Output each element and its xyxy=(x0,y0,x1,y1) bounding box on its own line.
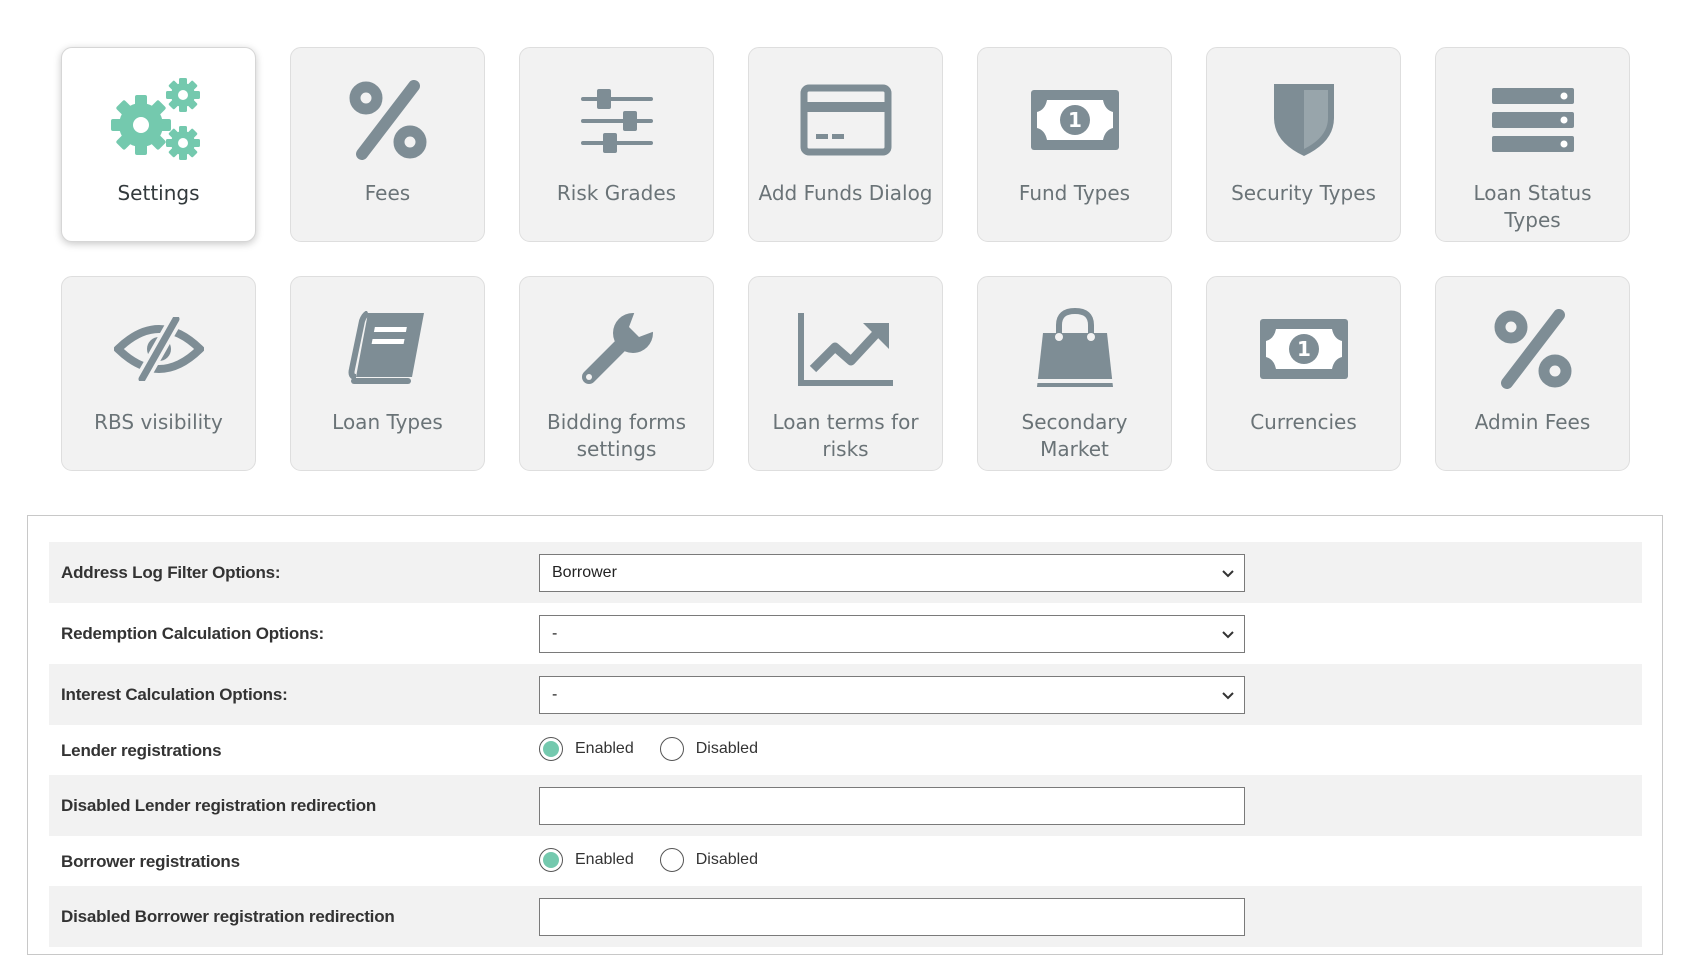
tile-add-funds-dialog[interactable]: Add Funds Dialog xyxy=(748,47,943,242)
lender-registrations-label: Lender registrations xyxy=(61,741,222,760)
form-row-lender-redirect: Disabled Lender registration redirection xyxy=(49,775,1642,836)
tile-admin-fees[interactable]: Admin Fees xyxy=(1435,276,1630,471)
chevron-down-icon xyxy=(1220,687,1236,708)
borrower-redirect-input[interactable] xyxy=(539,898,1245,936)
redemption-select[interactable]: - xyxy=(539,615,1245,653)
settings-form-panel: Address Log Filter Options: Borrower Red… xyxy=(27,515,1663,955)
book-icon xyxy=(338,301,438,397)
tile-label: Risk Grades xyxy=(556,181,677,205)
settings-tiles-grid: Settings Fees Risk Grades Add Funds Dial… xyxy=(61,47,1630,471)
tile-rbs-visibility[interactable]: RBS visibility xyxy=(61,276,256,471)
server-icon xyxy=(1483,72,1583,168)
line-chart-icon xyxy=(796,301,896,397)
tile-label: RBS visibility xyxy=(94,410,223,434)
radio-label: Enabled xyxy=(575,740,634,757)
interest-label: Interest Calculation Options: xyxy=(61,685,288,704)
address-log-value: Borrower xyxy=(552,564,617,581)
banknote-icon: 1 xyxy=(1254,301,1354,397)
borrower-enabled-radio[interactable]: Enabled xyxy=(539,848,634,872)
radio-unchecked-icon xyxy=(659,737,684,761)
tile-label: Security Types xyxy=(1231,181,1376,205)
tile-bidding-forms-settings[interactable]: Bidding forms settings xyxy=(519,276,714,471)
redemption-value: - xyxy=(552,625,558,642)
borrower-registrations-label: Borrower registrations xyxy=(61,852,240,871)
radio-label: Enabled xyxy=(575,851,634,868)
radio-label: Disabled xyxy=(695,851,758,868)
address-log-label: Address Log Filter Options: xyxy=(61,563,281,582)
interest-select[interactable]: - xyxy=(539,676,1245,714)
shield-icon xyxy=(1254,72,1354,168)
credit-card-icon xyxy=(796,72,896,168)
redemption-label: Redemption Calculation Options: xyxy=(61,624,324,643)
percent-icon xyxy=(338,72,438,168)
tile-label: Fees xyxy=(364,181,411,205)
form-row-borrower-registrations: Borrower registrations Enabled Disabled xyxy=(49,836,1642,886)
chevron-down-icon xyxy=(1220,565,1236,586)
radio-checked-icon xyxy=(539,848,563,872)
radio-unchecked-icon xyxy=(659,848,684,872)
tile-label: Fund Types xyxy=(1018,181,1131,205)
borrower-redirect-label: Disabled Borrower registration redirecti… xyxy=(61,907,395,926)
form-row-redemption: Redemption Calculation Options: - xyxy=(49,603,1642,664)
radio-label: Disabled xyxy=(695,740,758,757)
percent-icon xyxy=(1483,301,1583,397)
shopping-bag-icon xyxy=(1025,301,1125,397)
borrower-disabled-radio[interactable]: Disabled xyxy=(659,848,758,872)
tile-label: Loan Types xyxy=(332,410,443,434)
borrower-registrations-radio-group: Enabled Disabled xyxy=(539,848,784,872)
gears-icon xyxy=(109,72,209,168)
tile-secondary-market[interactable]: Secondary Market xyxy=(977,276,1172,471)
tile-label: Currencies xyxy=(1250,410,1357,434)
form-row-lender-registrations: Lender registrations Enabled Disabled xyxy=(49,725,1642,775)
tile-label: Settings xyxy=(117,181,200,205)
lender-enabled-radio[interactable]: Enabled xyxy=(539,737,634,761)
sliders-icon xyxy=(567,72,667,168)
tile-loan-types[interactable]: Loan Types xyxy=(290,276,485,471)
tile-security-types[interactable]: Security Types xyxy=(1206,47,1401,242)
interest-value: - xyxy=(552,686,558,703)
chevron-down-icon xyxy=(1220,626,1236,647)
svg-text:1: 1 xyxy=(1068,108,1082,132)
wrench-icon xyxy=(567,301,667,397)
lender-redirect-label: Disabled Lender registration redirection xyxy=(61,796,377,815)
address-log-select[interactable]: Borrower xyxy=(539,554,1245,592)
tile-label: Add Funds Dialog xyxy=(758,181,933,205)
lender-disabled-radio[interactable]: Disabled xyxy=(659,737,758,761)
tile-label: Loan Status Types xyxy=(1473,181,1592,232)
radio-checked-icon xyxy=(539,737,563,761)
lender-redirect-input[interactable] xyxy=(539,787,1245,825)
tile-loan-status-types[interactable]: Loan Status Types xyxy=(1435,47,1630,242)
tile-fund-types[interactable]: 1 Fund Types xyxy=(977,47,1172,242)
tile-fees[interactable]: Fees xyxy=(290,47,485,242)
banknote-icon: 1 xyxy=(1025,72,1125,168)
lender-registrations-radio-group: Enabled Disabled xyxy=(539,737,784,761)
eye-slash-icon xyxy=(109,301,209,397)
tile-label: Bidding forms settings xyxy=(546,410,686,461)
tile-label: Admin Fees xyxy=(1474,410,1591,434)
tile-settings[interactable]: Settings xyxy=(61,47,256,242)
tile-label: Secondary Market xyxy=(1021,410,1128,461)
form-row-interest: Interest Calculation Options: - xyxy=(49,664,1642,725)
tile-risk-grades[interactable]: Risk Grades xyxy=(519,47,714,242)
svg-text:1: 1 xyxy=(1297,337,1311,361)
form-row-address-log: Address Log Filter Options: Borrower xyxy=(49,542,1642,603)
tile-currencies[interactable]: 1 Currencies xyxy=(1206,276,1401,471)
form-row-borrower-redirect: Disabled Borrower registration redirecti… xyxy=(49,886,1642,947)
tile-loan-terms-for-risks[interactable]: Loan terms for risks xyxy=(748,276,943,471)
tile-label: Loan terms for risks xyxy=(772,410,919,461)
